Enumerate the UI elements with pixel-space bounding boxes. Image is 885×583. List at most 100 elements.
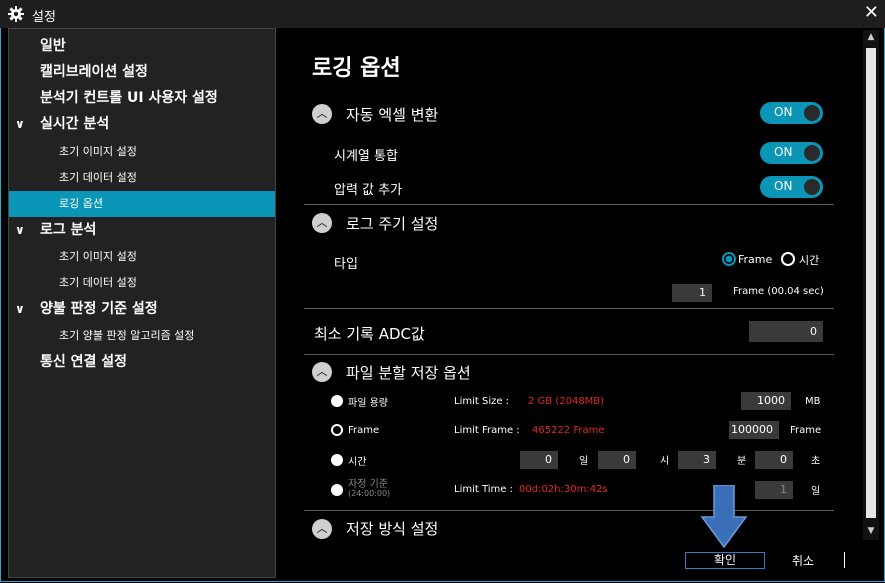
min-adc-label: 최소 기록 ADC값 xyxy=(314,325,425,343)
timeseries-toggle[interactable]: ON xyxy=(760,142,823,164)
ok-button[interactable]: 확인 xyxy=(685,552,765,569)
divider xyxy=(304,204,834,205)
frame-radio[interactable] xyxy=(331,424,343,436)
sidebar-item-general[interactable]: 일반 xyxy=(9,33,275,59)
time-second-input[interactable]: 0 xyxy=(755,451,793,469)
sidebar-item-label: 로깅 옵션 xyxy=(59,197,103,210)
sidebar-item-initial-image-2[interactable]: 초기 이미지 설정 xyxy=(9,244,275,270)
time-second-unit: 초 xyxy=(811,456,821,467)
sidebar-item-initial-data-2[interactable]: 초기 데이터 설정 xyxy=(9,270,275,296)
sidebar-item-initial-data[interactable]: 초기 데이터 설정 xyxy=(9,165,275,191)
toggle-knob xyxy=(804,179,820,195)
toggle-label: ON xyxy=(774,179,793,193)
sidebar-item-label: 로그 분석 xyxy=(40,222,97,238)
chevron-down-icon[interactable]: ∨ xyxy=(15,217,25,243)
limit-size-value: 2 GB (2048MB) xyxy=(528,396,605,407)
scroll-down-icon[interactable]: ▼ xyxy=(863,526,879,536)
gear-icon xyxy=(8,6,24,22)
frame-unit: Frame xyxy=(790,425,822,436)
file-size-label: 파일 용량 xyxy=(348,398,388,409)
sidebar-item-pass-fail[interactable]: ∨ 양불 판정 기준 설정 xyxy=(9,296,275,322)
custom-day-unit: 일 xyxy=(811,486,821,497)
time-day-unit: 일 xyxy=(579,456,589,467)
toggle-knob xyxy=(804,105,820,121)
sidebar-item-logging-options[interactable]: 로깅 옵션 xyxy=(9,191,275,217)
sidebar-item-analyzer-ui[interactable]: 분석기 컨트롤 UI 사용자 설정 xyxy=(9,85,275,111)
save-method-label: 저장 방식 설정 xyxy=(346,520,439,538)
text-cursor xyxy=(844,552,845,568)
collapse-file-split-button[interactable]: ︿ xyxy=(312,362,332,382)
file-size-radio[interactable] xyxy=(331,395,343,407)
file-size-unit: MB xyxy=(805,396,821,407)
close-icon[interactable]: ✕ xyxy=(864,2,879,23)
pressure-label: 압력 값 추가 xyxy=(334,183,403,198)
sidebar-item-log-analysis[interactable]: ∨ 로그 분석 xyxy=(9,217,275,243)
window-title: 설정 xyxy=(32,10,56,25)
time-radio[interactable] xyxy=(331,454,343,466)
frame-interval-input[interactable]: 1 xyxy=(672,284,712,302)
chevron-down-icon[interactable]: ∨ xyxy=(15,296,25,322)
time-minute-input[interactable]: 3 xyxy=(678,451,716,469)
cancel-button[interactable]: 취소 xyxy=(792,552,814,569)
sidebar-item-pass-fail-algorithm[interactable]: 초기 양불 판정 알고리즘 설정 xyxy=(9,323,275,349)
chevron-down-icon[interactable]: ∨ xyxy=(15,111,25,137)
title-bar: 설정 ✕ xyxy=(0,0,885,28)
collapse-auto-excel-button[interactable]: ︿ xyxy=(312,104,332,124)
sidebar-item-realtime[interactable]: ∨ 실시간 분석 xyxy=(9,111,275,137)
frame-interval-unit: Frame (00.04 sec) xyxy=(733,286,824,297)
chevron-up-icon: ︿ xyxy=(316,107,328,120)
custom-radio[interactable] xyxy=(331,484,343,496)
pressure-toggle[interactable]: ON xyxy=(760,176,823,198)
toggle-label: ON xyxy=(774,105,793,119)
limit-size-label: Limit Size : xyxy=(454,396,510,407)
divider xyxy=(304,510,834,511)
file-split-label: 파일 분할 저장 옵션 xyxy=(346,364,471,382)
time-label: 시간 xyxy=(348,457,367,468)
type-frame-label: Frame xyxy=(738,253,773,266)
sidebar-item-communication[interactable]: 통신 연결 설정 xyxy=(9,349,275,375)
type-frame-radio[interactable] xyxy=(722,252,736,266)
sidebar-item-label: 초기 양불 판정 알고리즘 설정 xyxy=(59,329,195,342)
timeseries-label: 시계열 통합 xyxy=(334,149,398,164)
sidebar: 일반 캘리브레이션 설정 분석기 컨트롤 UI 사용자 설정 ∨ 실시간 분석 … xyxy=(8,28,276,578)
custom-day-input[interactable]: 1 xyxy=(755,481,793,499)
type-label: 타입 xyxy=(334,257,358,272)
limit-frame-label: Limit Frame : xyxy=(454,425,520,436)
sidebar-item-initial-image[interactable]: 초기 이미지 설정 xyxy=(9,139,275,165)
type-time-radio[interactable] xyxy=(781,252,795,266)
toggle-knob xyxy=(804,145,820,161)
main-panel: 로깅 옵션 ︿ 자동 엑셀 변환 ON 시계열 통합 ON 압력 값 추가 ON… xyxy=(276,28,862,548)
sidebar-item-calibration[interactable]: 캘리브레이션 설정 xyxy=(9,59,275,85)
sidebar-item-label: 초기 데이터 설정 xyxy=(59,171,137,184)
time-hour-unit: 시 xyxy=(660,456,670,467)
sidebar-item-label: 일반 xyxy=(40,38,66,54)
log-period-label: 로그 주기 설정 xyxy=(346,215,439,233)
toggle-label: ON xyxy=(774,145,793,159)
scrollbar-thumb[interactable] xyxy=(866,48,876,518)
sidebar-item-label: 통신 연결 설정 xyxy=(40,354,128,370)
limit-time-value: 00d:02h:30m:42s xyxy=(519,484,608,495)
sidebar-item-label: 초기 이미지 설정 xyxy=(59,250,137,263)
sidebar-item-label: 초기 데이터 설정 xyxy=(59,276,137,289)
time-minute-unit: 분 xyxy=(737,456,747,467)
auto-excel-toggle[interactable]: ON xyxy=(760,102,823,124)
sidebar-item-label: 양불 판정 기준 설정 xyxy=(40,301,158,317)
auto-excel-label: 자동 엑셀 변환 xyxy=(346,106,439,124)
frame-label: Frame xyxy=(348,425,380,436)
custom-label: 자정 기준 xyxy=(348,479,388,490)
collapse-save-method-button[interactable]: ︿ xyxy=(312,519,332,539)
time-hour-input[interactable]: 0 xyxy=(598,451,636,469)
scrollbar[interactable]: ▲ ▼ xyxy=(863,30,879,540)
limit-frame-value: 465222 Frame xyxy=(532,425,605,436)
frame-input[interactable]: 100000 xyxy=(729,421,779,439)
collapse-log-period-button[interactable]: ︿ xyxy=(312,213,332,233)
chevron-up-icon: ︿ xyxy=(316,365,328,378)
file-size-input[interactable]: 1000 xyxy=(741,392,791,410)
scroll-up-icon[interactable]: ▲ xyxy=(863,32,879,42)
sidebar-item-label: 실시간 분석 xyxy=(40,116,110,132)
sidebar-item-label: 분석기 컨트롤 UI 사용자 설정 xyxy=(40,90,218,106)
time-day-input[interactable]: 0 xyxy=(520,451,558,469)
type-time-label: 시간 xyxy=(799,254,820,267)
min-adc-input[interactable]: 0 xyxy=(749,321,823,342)
arrow-down-icon xyxy=(700,485,748,549)
